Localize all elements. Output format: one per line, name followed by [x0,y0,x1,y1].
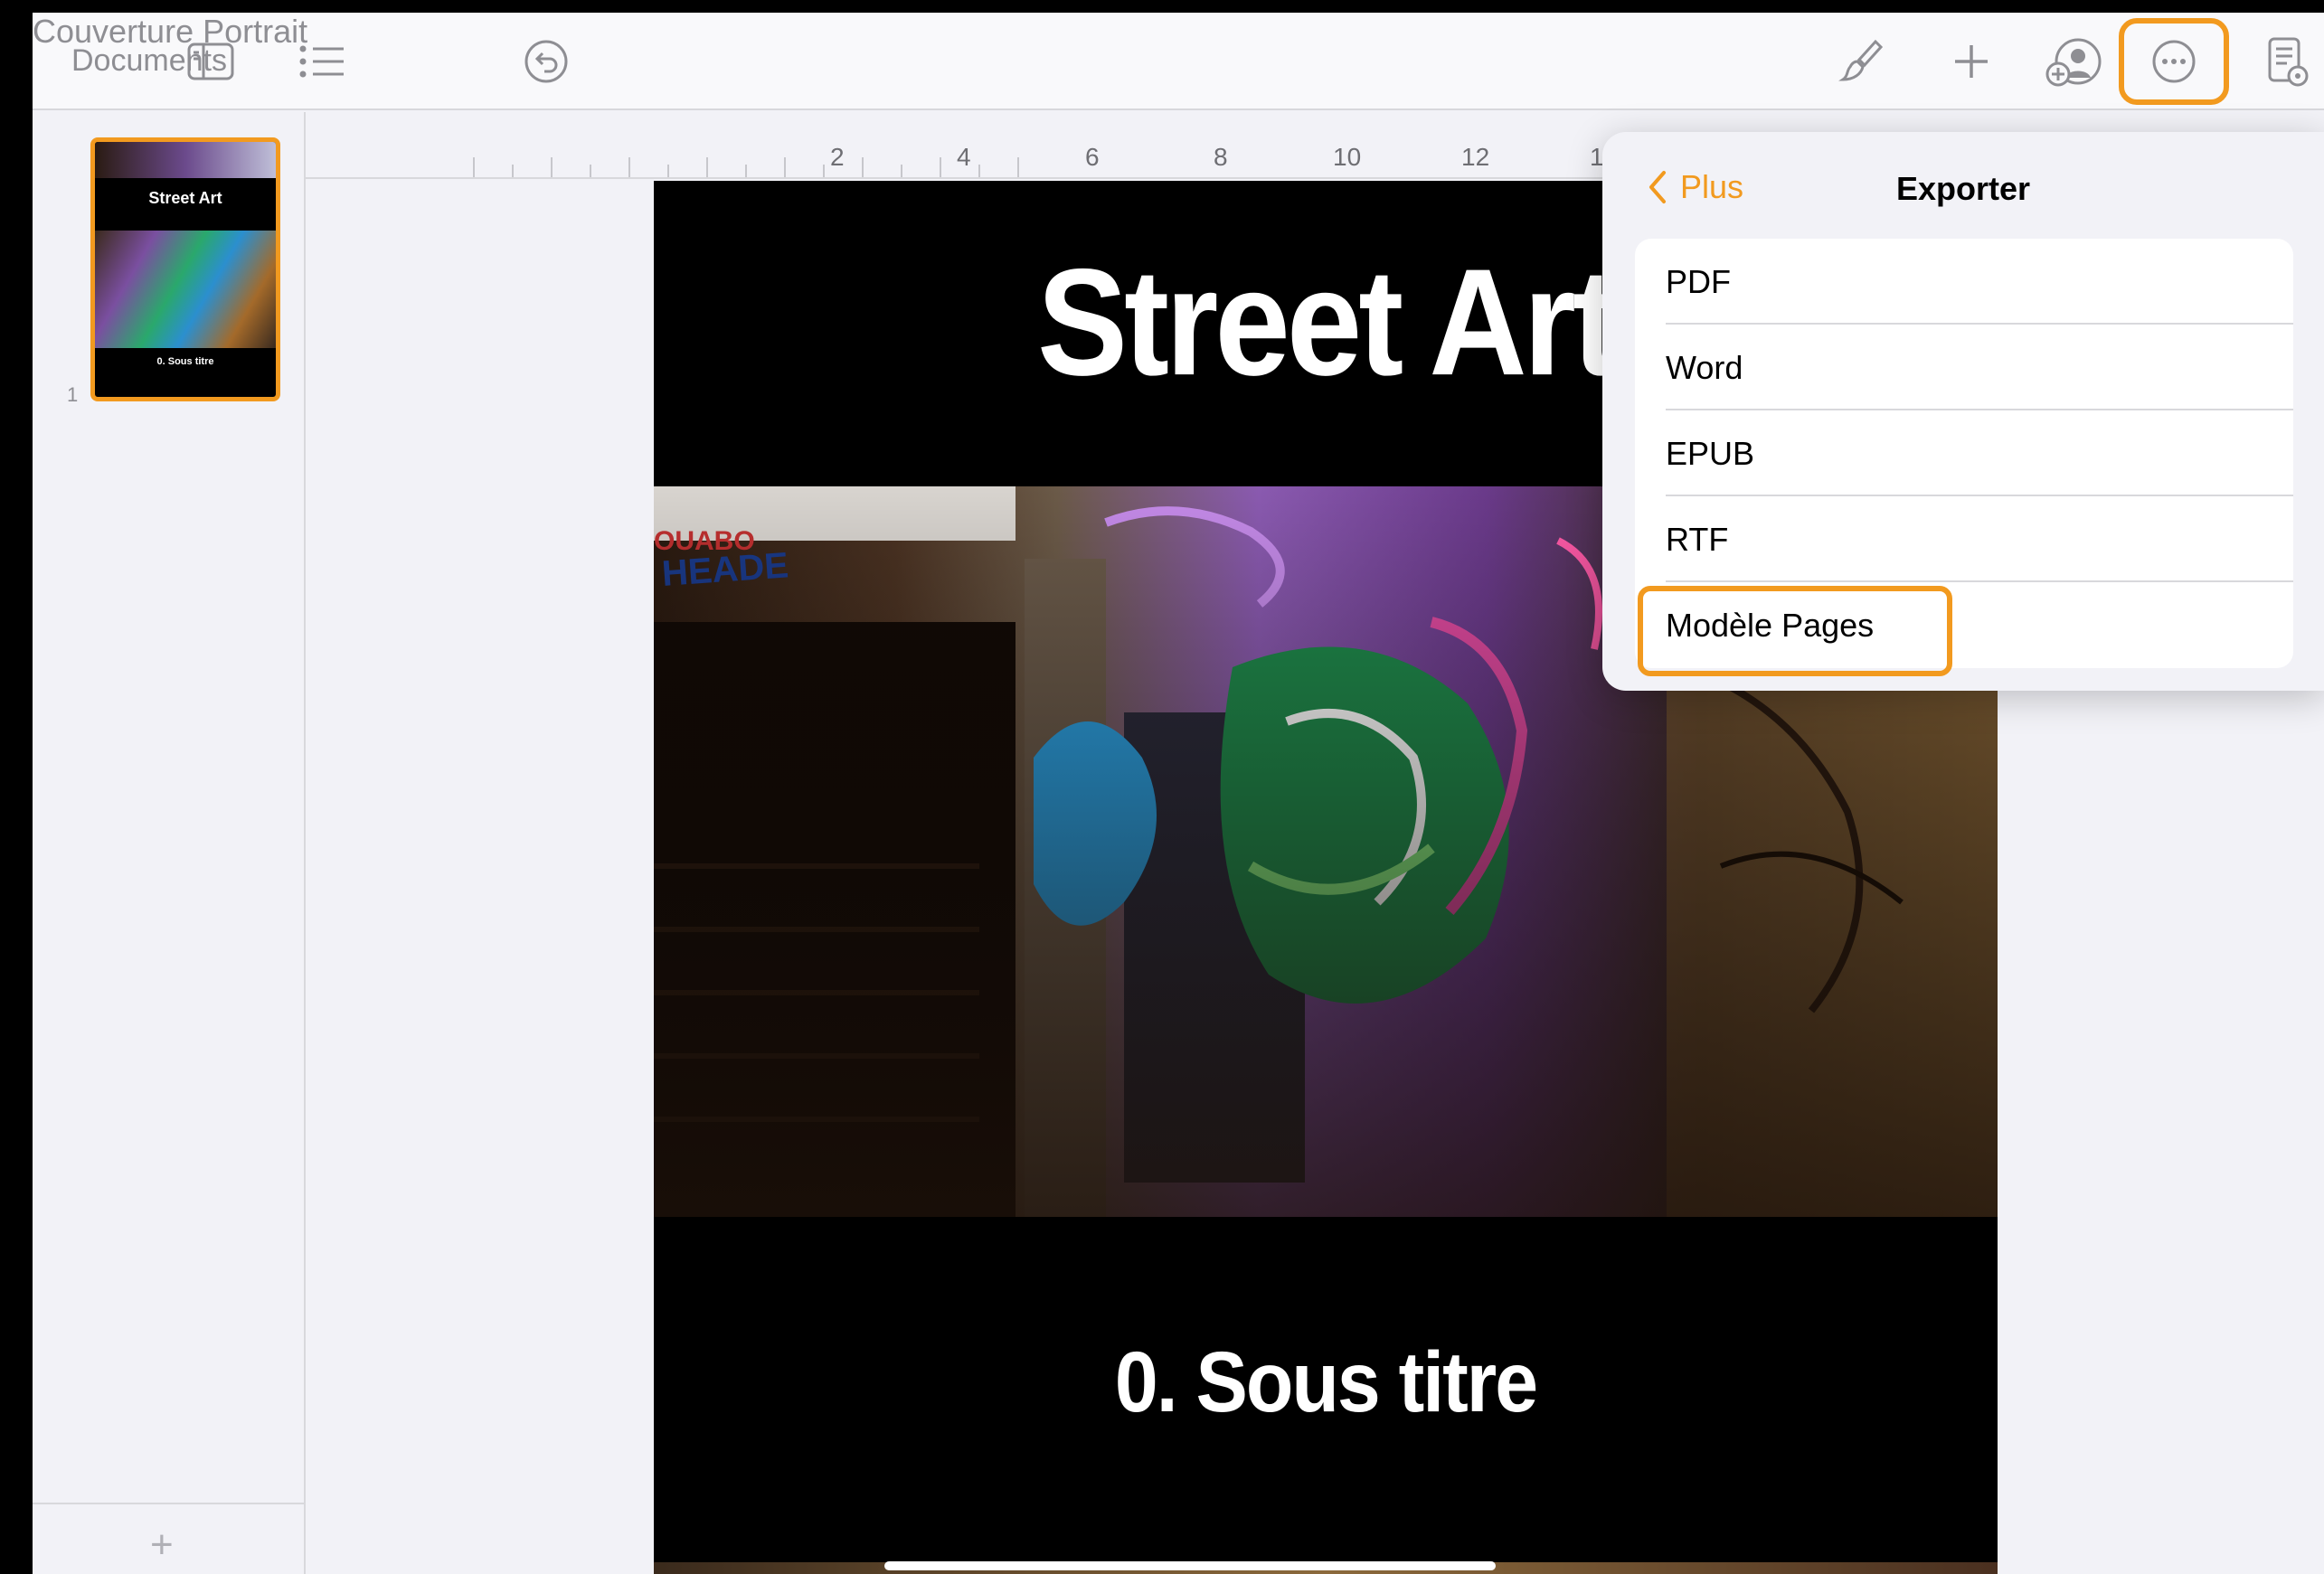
sidebar-divider [33,1503,304,1504]
pages-template-highlight [1638,586,1952,676]
pages-app: Documents Couverture Portrait Street Art… [33,13,2324,1574]
page-number: 1 [67,383,79,406]
ruler-mark: 2 [830,143,845,171]
ruler-mark: 4 [957,143,971,171]
export-word[interactable]: Word [1635,325,2293,410]
thumbnail-title: Street Art [148,189,222,207]
ruler-mark: 8 [1214,143,1228,171]
export-rtf[interactable]: RTF [1635,496,2293,582]
home-indicator[interactable] [884,1561,1496,1570]
list-icon[interactable] [295,34,349,89]
toolbar: Documents Couverture Portrait [33,13,2324,110]
popover-title: Exporter [1895,170,2031,207]
thumbnail-subtitle: 0. Sous titre [156,356,214,367]
thumbnail-image-top [95,142,276,178]
paintbrush-icon[interactable] [1832,33,1890,90]
add-page-button[interactable]: + [150,1522,174,1568]
ruler-mark: 10 [1333,143,1362,171]
page-thumbnail[interactable]: Street Art 0. Sous titre [90,137,280,401]
page-subtitle[interactable]: 0. Sous titre [654,1334,1998,1432]
export-epub[interactable]: EPUB [1635,410,2293,496]
sidebar-icon[interactable] [184,34,238,89]
ruler-mark: 6 [1085,143,1100,171]
more-icon[interactable] [2145,33,2203,90]
undo-icon[interactable] [519,34,573,89]
ruler-mark: 12 [1461,143,1490,171]
document-options-icon[interactable] [2261,33,2315,90]
collaborate-icon[interactable] [2042,31,2105,94]
thumbnail-image [95,231,276,348]
plus-icon[interactable] [1942,33,2000,90]
export-pdf[interactable]: PDF [1635,239,2293,325]
page-thumbnails-sidebar: Street Art 0. Sous titre 1 + [33,112,306,1574]
